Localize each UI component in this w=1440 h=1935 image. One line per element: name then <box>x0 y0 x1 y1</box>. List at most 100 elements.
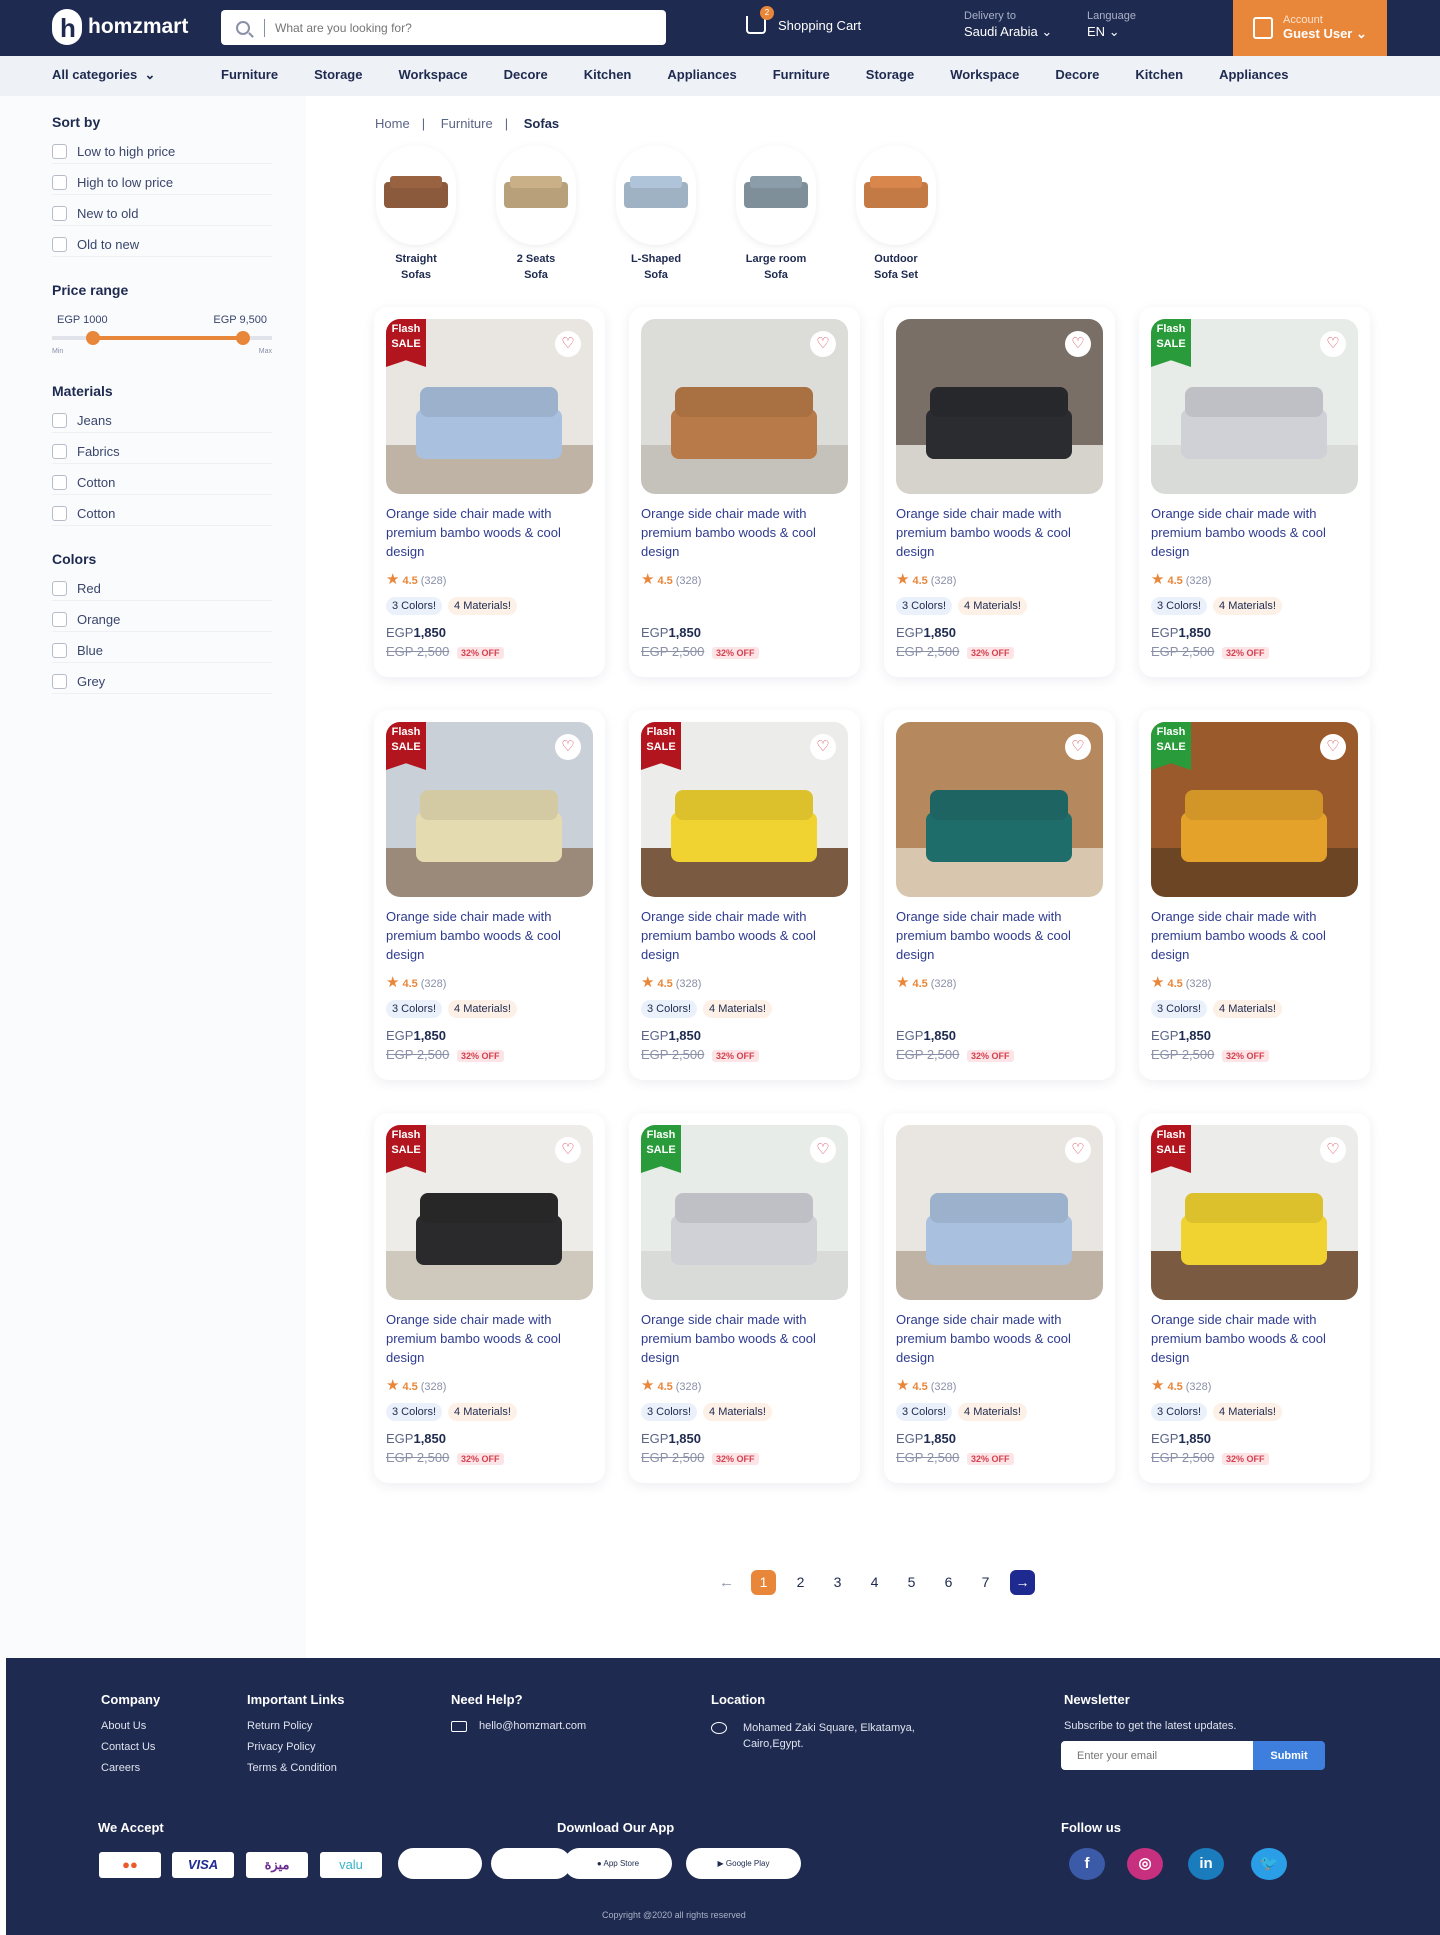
heart-icon[interactable]: ♡ <box>1065 1137 1091 1163</box>
price-range-slider[interactable]: EGP 1000 EGP 9,500 Min Max <box>52 314 272 355</box>
search-input[interactable] <box>275 20 635 35</box>
product-image[interactable]: ♡ <box>896 1125 1103 1300</box>
checkbox[interactable] <box>52 581 67 596</box>
footer-link-return[interactable]: Return Policy <box>247 1720 345 1732</box>
twitter-icon[interactable]: 🐦 <box>1251 1848 1287 1880</box>
product-image[interactable]: ♡ <box>896 722 1103 897</box>
product-image[interactable]: ♡ <box>896 319 1103 494</box>
product-card[interactable]: ♡ Flash SALE Orange side chair made with pr… <box>1139 1113 1370 1483</box>
checkbox[interactable] <box>52 444 67 459</box>
newsletter-submit-button[interactable]: Submit <box>1253 1741 1325 1770</box>
search-bar[interactable] <box>221 10 666 45</box>
color-option[interactable]: Red <box>52 577 272 601</box>
heart-icon[interactable]: ♡ <box>1065 734 1091 760</box>
linkedin-icon[interactable]: in <box>1188 1848 1224 1880</box>
newsletter-email-input[interactable] <box>1061 1741 1253 1770</box>
product-image[interactable]: ♡ Flash SALE <box>641 722 848 897</box>
instagram-icon[interactable]: ◎ <box>1127 1848 1163 1880</box>
checkbox[interactable] <box>52 674 67 689</box>
app-badge-blank[interactable] <box>398 1848 482 1879</box>
category-item[interactable]: Furniture <box>221 67 278 82</box>
heart-icon[interactable]: ♡ <box>810 1137 836 1163</box>
footer-link-about[interactable]: About Us <box>101 1720 160 1732</box>
product-card[interactable]: ♡ Orange side chair made with premium bam… <box>629 307 860 677</box>
heart-icon[interactable]: ♡ <box>1320 1137 1346 1163</box>
checkbox[interactable] <box>52 612 67 627</box>
delivery-selector[interactable]: Delivery to Saudi Arabia ⌄ <box>964 10 1052 40</box>
checkbox[interactable] <box>52 475 67 490</box>
category-item[interactable]: Kitchen <box>584 67 632 82</box>
material-option[interactable]: Cotton <box>52 471 272 495</box>
heart-icon[interactable]: ♡ <box>1320 331 1346 357</box>
footer-help-email[interactable]: hello@homzmart.com <box>479 1720 586 1732</box>
page-number[interactable]: 5 <box>899 1570 924 1595</box>
product-title[interactable]: Orange side chair made with premium bamb… <box>641 1310 846 1367</box>
category-item[interactable]: Decore <box>504 67 548 82</box>
product-image[interactable]: ♡ Flash SALE <box>386 319 593 494</box>
cart-button[interactable]: 2 Shopping Cart <box>746 6 861 34</box>
app-store-button[interactable]: ● App Store <box>564 1848 672 1879</box>
facebook-icon[interactable]: f <box>1069 1848 1105 1880</box>
footer-link-careers[interactable]: Careers <box>101 1762 160 1774</box>
heart-icon[interactable]: ♡ <box>810 331 836 357</box>
material-option[interactable]: Cotton <box>52 502 272 526</box>
slider-max-handle[interactable] <box>236 331 250 345</box>
page-number[interactable]: 6 <box>936 1570 961 1595</box>
product-title[interactable]: Orange side chair made with premium bamb… <box>1151 504 1356 561</box>
subcategory-item[interactable]: Outdoor Sofa Set <box>851 145 941 283</box>
product-title[interactable]: Orange side chair made with premium bamb… <box>896 907 1101 964</box>
next-page-arrow-icon[interactable]: → <box>1010 1570 1035 1595</box>
page-number[interactable]: 4 <box>862 1570 887 1595</box>
product-card[interactable]: ♡ Flash SALE Orange side chair made with pr… <box>374 307 605 677</box>
account-button[interactable]: Account Guest User ⌄ <box>1233 0 1387 56</box>
category-item[interactable]: Storage <box>866 67 914 82</box>
heart-icon[interactable]: ♡ <box>1320 734 1346 760</box>
footer-link-contact[interactable]: Contact Us <box>101 1741 160 1753</box>
category-item[interactable]: Appliances <box>1219 67 1288 82</box>
color-option[interactable]: Orange <box>52 608 272 632</box>
product-title[interactable]: Orange side chair made with premium bamb… <box>641 907 846 964</box>
heart-icon[interactable]: ♡ <box>555 734 581 760</box>
product-image[interactable]: ♡ Flash SALE <box>1151 722 1358 897</box>
product-image[interactable]: ♡ Flash SALE <box>386 1125 593 1300</box>
page-number[interactable]: 2 <box>788 1570 813 1595</box>
page-number[interactable]: 7 <box>973 1570 998 1595</box>
product-image[interactable]: ♡ <box>641 319 848 494</box>
color-option[interactable]: Blue <box>52 639 272 663</box>
product-card[interactable]: ♡ Flash SALE Orange side chair made with pr… <box>374 1113 605 1483</box>
subcategory-item[interactable]: L-Shaped Sofa <box>611 145 701 283</box>
heart-icon[interactable]: ♡ <box>1065 331 1091 357</box>
product-title[interactable]: Orange side chair made with premium bamb… <box>896 1310 1101 1367</box>
all-categories-dropdown[interactable]: All categories ⌄ <box>52 67 155 83</box>
product-title[interactable]: Orange side chair made with premium bamb… <box>386 1310 591 1367</box>
checkbox[interactable] <box>52 206 67 221</box>
sort-option[interactable]: New to old <box>52 202 272 226</box>
product-card[interactable]: ♡ Flash SALE Orange side chair made with pr… <box>1139 710 1370 1080</box>
subcategory-item[interactable]: Large room Sofa <box>731 145 821 283</box>
category-item[interactable]: Workspace <box>398 67 467 82</box>
product-card[interactable]: ♡ Orange side chair made with premium bam… <box>884 710 1115 1080</box>
product-title[interactable]: Orange side chair made with premium bamb… <box>386 504 591 561</box>
sort-option[interactable]: Low to high price <box>52 140 272 164</box>
app-badge-blank-2[interactable] <box>491 1848 571 1879</box>
category-item[interactable]: Kitchen <box>1135 67 1183 82</box>
page-number[interactable]: 1 <box>751 1570 776 1595</box>
category-item[interactable]: Storage <box>314 67 362 82</box>
product-title[interactable]: Orange side chair made with premium bamb… <box>386 907 591 964</box>
subcategory-item[interactable]: 2 Seats Sofa <box>491 145 581 283</box>
product-title[interactable]: Orange side chair made with premium bamb… <box>896 504 1101 561</box>
product-card[interactable]: ♡ Flash SALE Orange side chair made with pr… <box>374 710 605 1080</box>
product-card[interactable]: ♡ Orange side chair made with premium bam… <box>884 307 1115 677</box>
breadcrumb-furniture[interactable]: Furniture <box>441 116 493 131</box>
category-item[interactable]: Furniture <box>773 67 830 82</box>
product-card[interactable]: ♡ Flash SALE Orange side chair made with pr… <box>629 1113 860 1483</box>
checkbox[interactable] <box>52 144 67 159</box>
checkbox[interactable] <box>52 643 67 658</box>
category-item[interactable]: Decore <box>1055 67 1099 82</box>
logo[interactable]: homzmart <box>52 9 188 45</box>
product-title[interactable]: Orange side chair made with premium bamb… <box>1151 1310 1356 1367</box>
heart-icon[interactable]: ♡ <box>810 734 836 760</box>
prev-page-arrow-icon[interactable]: ← <box>714 1570 739 1595</box>
footer-link-terms[interactable]: Terms & Condition <box>247 1762 345 1774</box>
heart-icon[interactable]: ♡ <box>555 1137 581 1163</box>
